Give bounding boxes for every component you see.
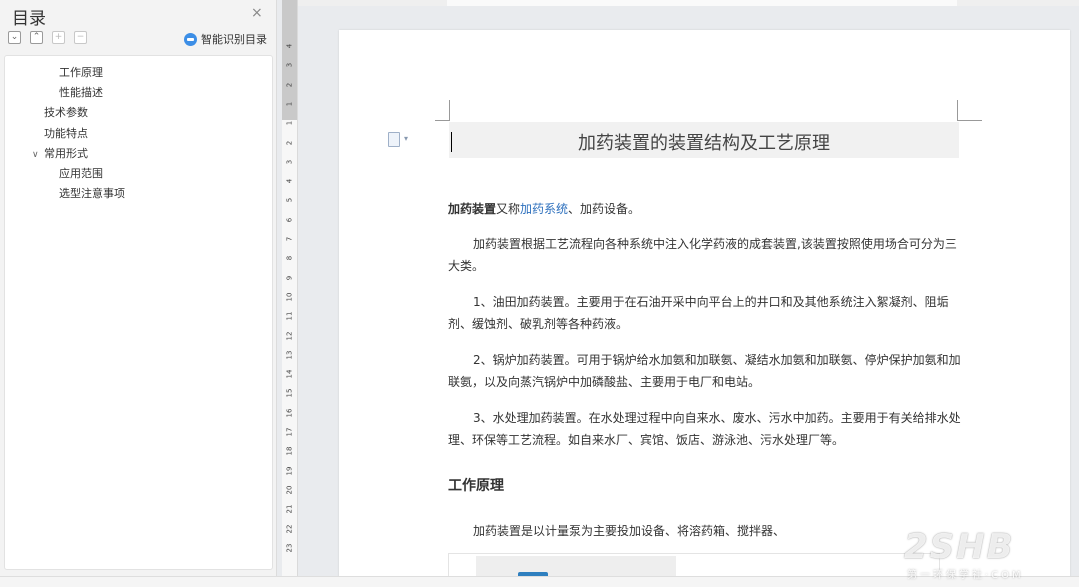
intro-bold: 加药装置 [448, 202, 497, 216]
toc-panel: 目录 × ⌄ ⌃ + − 智能识别目录 工作原理 性能描述 技术参数 功能特点 … [0, 0, 277, 586]
toc-item-label: 性能描述 [59, 86, 103, 99]
paragraph-icon[interactable] [388, 132, 400, 147]
smart-recognize-icon [184, 32, 197, 46]
ruler-tick-label: 6 [285, 217, 294, 222]
ruler-tick-label: 4 [285, 178, 294, 184]
toc-item-label: 应用范围 [59, 167, 103, 180]
ruler-tick-label: 20 [285, 485, 294, 495]
paragraph-2: 1、油田加药装置。主要用于在石油开采中向平台上的井口和及其他系统注入絮凝剂、阻垢… [448, 295, 949, 331]
toc-item-tech-params[interactable]: 技术参数 [44, 104, 88, 120]
ruler-tick-label: 21 [285, 504, 294, 514]
page-title: 加药装置的装置结构及工艺原理 [578, 133, 830, 154]
ruler-tick-label: 3 [285, 159, 294, 165]
collapse-all-icon[interactable]: ⌄ [8, 31, 21, 44]
ruler-tick-label: 23 [285, 543, 294, 553]
ruler-tick-label: 16 [285, 408, 294, 418]
paragraph-4: 3、水处理加药装置。在水处理过程中向自来水、废水、污水中加药。主要用于有关给排水… [448, 411, 961, 447]
ruler-tick-label: 9 [285, 275, 294, 280]
toc-item-label: 选型注意事项 [59, 187, 125, 200]
caret-down-icon[interactable]: ▾ [404, 134, 408, 143]
ruler-tick-label: 2 [285, 82, 294, 87]
paragraph-5: 加药装置是以计量泵为主要投加设备、将溶药箱、搅拌器、 [473, 524, 786, 538]
toc-item-common-forms[interactable]: ∨ 常用形式 [32, 145, 88, 161]
toc-item-label: 功能特点 [44, 127, 88, 140]
ruler-tick-label: 22 [285, 524, 294, 533]
toc-item-work-principle[interactable]: 工作原理 [59, 64, 103, 80]
toc-list: 工作原理 性能描述 技术参数 功能特点 ∨ 常用形式 应用范围 选型注意事项 [4, 55, 273, 570]
ruler-tick-label: 12 [285, 331, 294, 340]
toc-item-label: 常用形式 [44, 147, 88, 160]
ruler-tick-label: 19 [285, 466, 294, 476]
margin-corner-right [957, 100, 982, 121]
ruler-tick-label: 4 [285, 43, 294, 49]
chevron-down-icon[interactable]: ∨ [32, 150, 44, 160]
intro-link[interactable]: 加药系统 [520, 202, 568, 216]
intro-end: 、加药设备。 [568, 202, 641, 216]
ruler-tick-label: 10 [285, 292, 294, 302]
remove-level-icon[interactable]: − [74, 31, 87, 44]
paragraph-3: 2、锅炉加药装置。可用于锅炉给水加氨和加联氨、凝结水加氨和加联氨、停炉保护加氨和… [448, 353, 961, 389]
toc-title: 目录 [12, 9, 46, 29]
ruler-tick-label: 2 [285, 140, 294, 145]
add-level-icon[interactable]: + [52, 31, 65, 44]
paragraph-1: 加药装置根据工艺流程向各种系统中注入化学药液的成套装置,该装置按照使用场合可分为… [448, 237, 957, 273]
ruler-tick-label: 11 [285, 311, 294, 321]
ruler-tick-label: 17 [285, 427, 294, 437]
toc-item-selection-notes[interactable]: 选型注意事项 [59, 185, 125, 201]
ruler-tick-label: 13 [285, 350, 294, 360]
watermark-subtitle: 第一环保学社·COM [907, 570, 1024, 581]
expand-all-icon[interactable]: ⌃ [30, 31, 43, 44]
ruler-tick-label: 15 [285, 388, 294, 398]
horizontal-ruler[interactable] [297, 0, 1079, 6]
ruler-active-range [447, 0, 957, 6]
heading-work-principle: 工作原理 [448, 478, 504, 494]
toc-item-features[interactable]: 功能特点 [44, 125, 88, 141]
vertical-ruler[interactable]: 4 3 2 1 1 2 3 4 5 6 7 8 9 10 11 12 13 14 15 16 17 18 19 20 21 22 2… [282, 0, 298, 586]
smart-toc-button[interactable]: 智能识别目录 [184, 31, 267, 47]
margin-corner-left [435, 100, 450, 121]
ruler-tick-label: 5 [285, 198, 294, 203]
ruler-tick-label: 3 [285, 63, 294, 68]
toc-item-label: 技术参数 [44, 106, 88, 119]
smart-toc-label: 智能识别目录 [201, 33, 267, 46]
ruler-tick-label: 7 [285, 236, 294, 242]
ruler-tick-label: 14 [285, 369, 294, 379]
intro-paragraph: 加药装置又称加药系统、加药设备。 [448, 198, 963, 220]
toc-item-performance[interactable]: 性能描述 [59, 84, 103, 100]
watermark-logo: 2SHB [904, 527, 1015, 567]
toc-item-application[interactable]: 应用范围 [59, 165, 103, 181]
close-icon[interactable]: × [251, 5, 263, 21]
title-block[interactable]: 加药装置的装置结构及工艺原理 [449, 122, 959, 158]
ruler-tick-label: 1 [285, 120, 294, 126]
toc-item-label: 工作原理 [59, 66, 103, 79]
ruler-tick-label: 1 [285, 101, 294, 107]
ruler-tick-label: 8 [285, 256, 294, 261]
document-page[interactable]: ▾ 加药装置的装置结构及工艺原理 加药装置又称加药系统、加药设备。 加药装置根据… [339, 30, 1070, 587]
ruler-tick-label: 18 [285, 446, 294, 456]
intro-mid: 又称 [496, 202, 521, 216]
